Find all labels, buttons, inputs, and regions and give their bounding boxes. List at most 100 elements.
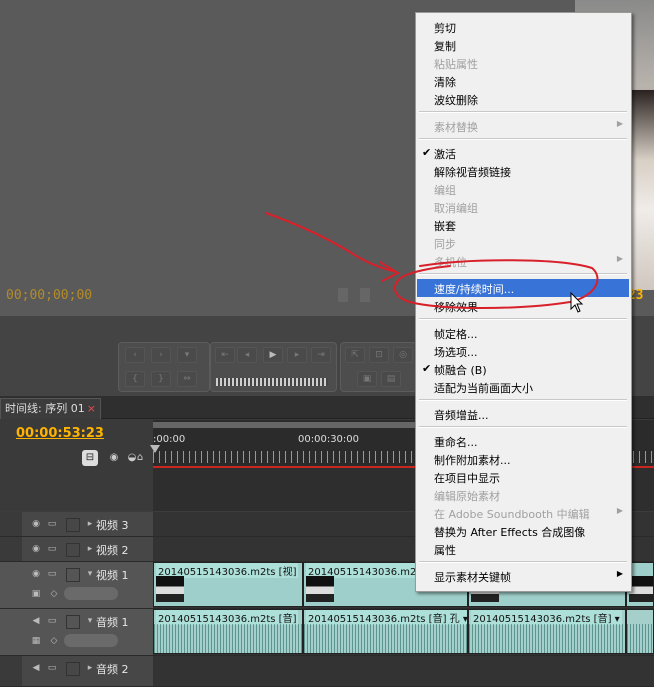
menu-item[interactable]: ✔ 激活 [417, 144, 629, 162]
film-icon[interactable]: ▭ [46, 568, 58, 580]
menu-item[interactable]: 在 Adobe Soundbooth 中编辑 ▶ [417, 504, 629, 522]
track-header-video-3[interactable]: ◉ ▭ ▸ 视频 3 [22, 512, 153, 537]
menu-item[interactable]: 素材替换 ▶ [417, 117, 629, 135]
step-out-icon[interactable]: } [151, 371, 171, 387]
eye-icon[interactable]: ◉ [30, 518, 42, 530]
close-icon[interactable]: × [87, 402, 96, 415]
menu-item[interactable]: 嵌套 [417, 216, 629, 234]
menu-item[interactable]: 取消编组 [417, 198, 629, 216]
menu-item[interactable]: 场选项... [417, 342, 629, 360]
expand-triangle-icon[interactable]: ▸ [84, 543, 96, 555]
film-icon[interactable]: ▭ [46, 662, 58, 674]
play-in-to-out-icon[interactable]: ⇔ [177, 371, 197, 387]
keyframe-icon[interactable]: ◇ [48, 635, 60, 647]
menu-item[interactable]: 剪切 [417, 18, 629, 36]
expand-triangle-icon[interactable]: ▸ [84, 518, 96, 530]
playhead-timecode[interactable]: 00:00:53:23 [16, 426, 104, 441]
lock-icon[interactable] [66, 518, 80, 532]
menu-item[interactable]: 速度/持续时间... [417, 279, 629, 297]
expand-triangle-icon[interactable]: ▸ [84, 662, 96, 674]
menu-item[interactable]: 编辑原始素材 [417, 486, 629, 504]
trim-icon[interactable]: ▣ [357, 371, 377, 387]
menu-item-label: 重命名... [434, 436, 478, 449]
track-header-audio-2[interactable]: ◀ ▭ ▸ 音频 2 [22, 656, 153, 687]
menu-item[interactable]: 清除 [417, 72, 629, 90]
step-back-icon[interactable]: ◂ [237, 347, 257, 363]
play-icon[interactable]: ▶ [263, 347, 283, 363]
menu-item[interactable]: 制作附加素材... [417, 450, 629, 468]
track-header-video-2[interactable]: ◉ ▭ ▸ 视频 2 [22, 537, 153, 562]
audio-clip[interactable]: 20140515143036.m2ts [音] 孔 ▾ [303, 609, 468, 654]
collapse-triangle-icon[interactable]: ▾ [84, 568, 96, 580]
menu-item[interactable]: 重命名... [417, 432, 629, 450]
menu-item[interactable]: ✔ 帧融合 (B) [417, 360, 629, 378]
audio-clip[interactable]: 20140515143036.m2ts [音] ▾ [468, 609, 626, 654]
track-header-video-1[interactable]: ◉ ▭ ▾ 视频 1 ▣ ◇ [22, 562, 153, 609]
menu-item[interactable]: 同步 [417, 234, 629, 252]
menu-item[interactable]: 编组 [417, 180, 629, 198]
lock-icon[interactable] [66, 615, 80, 629]
menu-item[interactable]: 波纹删除 [417, 90, 629, 108]
jog-shuttle[interactable] [216, 378, 328, 386]
mark-out-icon[interactable] [360, 288, 370, 302]
set-encore-marker-icon[interactable]: ◉ [106, 450, 122, 466]
film-icon[interactable]: ▭ [46, 615, 58, 627]
menu-item[interactable]: 帧定格... [417, 324, 629, 342]
keyframe-icon[interactable]: ◇ [48, 588, 60, 600]
home-icon[interactable]: ⌂ [132, 450, 148, 466]
menu-item[interactable]: 解除视音频链接 [417, 162, 629, 180]
video-clip[interactable]: 20140515143036.m2ts [视] [153, 562, 303, 607]
menu-item[interactable]: 多机位 ▶ [417, 252, 629, 270]
menu-item[interactable]: 在项目中显示 [417, 468, 629, 486]
menu-separator [419, 399, 627, 401]
collapse-triangle-icon[interactable]: ▾ [84, 615, 96, 627]
step-in-icon[interactable]: { [125, 371, 145, 387]
speaker-icon[interactable]: ◀ [30, 615, 42, 627]
go-to-in-icon[interactable]: ‹ [125, 347, 145, 363]
display-style-icon[interactable]: ▣ [30, 588, 42, 600]
safe-margins-icon[interactable]: ▤ [381, 371, 401, 387]
keyframe-navigator[interactable] [64, 634, 118, 647]
snap-icon[interactable]: ⊟ [82, 450, 98, 466]
film-icon[interactable]: ▭ [46, 543, 58, 555]
extract-icon[interactable]: ⊡ [369, 347, 389, 363]
film-icon[interactable]: ▭ [46, 518, 58, 530]
go-to-out-icon[interactable]: › [151, 347, 171, 363]
track-lane-audio-1[interactable]: 20140515143036.m2ts [音] 20140515143036.m… [153, 609, 654, 656]
menu-item[interactable]: 显示素材关键帧 ▶ [417, 567, 629, 585]
track-lane-audio-2[interactable] [153, 656, 654, 687]
mark-in-icon[interactable] [338, 288, 348, 302]
menu-item[interactable]: 复制 [417, 36, 629, 54]
add-marker-icon[interactable]: ▾ [177, 347, 197, 363]
menu-item[interactable]: 粘贴属性 [417, 54, 629, 72]
menu-item[interactable]: 替换为 After Effects 合成图像 [417, 522, 629, 540]
lock-icon[interactable] [66, 543, 80, 557]
track-target-gutter-audio-1[interactable] [0, 609, 22, 656]
menu-item[interactable]: 移除效果 [417, 297, 629, 315]
lock-icon[interactable] [66, 568, 80, 582]
menu-item[interactable]: 音频增益... [417, 405, 629, 423]
tab-sequence-01[interactable]: 时间线: 序列 01 × [0, 398, 101, 419]
monitor-timecode[interactable]: 00;00;00;00 [6, 288, 92, 303]
playhead-icon[interactable] [150, 445, 160, 453]
checkmark-icon: ✔ [422, 362, 432, 375]
work-area-bar[interactable] [153, 422, 453, 428]
track-target-gutter-video-1[interactable] [0, 562, 22, 609]
go-to-next-edit-icon[interactable]: ⇥ [311, 347, 331, 363]
export-frame-icon[interactable]: ◎ [393, 347, 413, 363]
keyframe-navigator[interactable] [64, 587, 118, 600]
go-to-previous-edit-icon[interactable]: ⇤ [215, 347, 235, 363]
audio-clip[interactable] [626, 609, 654, 654]
menu-item[interactable]: 适配为当前画面大小 [417, 378, 629, 396]
menu-item[interactable]: 属性 [417, 540, 629, 558]
step-forward-icon[interactable]: ▸ [287, 347, 307, 363]
speaker-icon[interactable]: ◀ [30, 662, 42, 674]
eye-icon[interactable]: ◉ [30, 543, 42, 555]
menu-separator [419, 138, 627, 140]
waveform-icon[interactable]: ▦ [30, 635, 42, 647]
track-header-audio-1[interactable]: ◀ ▭ ▾ 音频 1 ▦ ◇ [22, 609, 153, 656]
lift-icon[interactable]: ⇱ [345, 347, 365, 363]
eye-icon[interactable]: ◉ [30, 568, 42, 580]
lock-icon[interactable] [66, 662, 80, 676]
audio-clip[interactable]: 20140515143036.m2ts [音] [153, 609, 303, 654]
